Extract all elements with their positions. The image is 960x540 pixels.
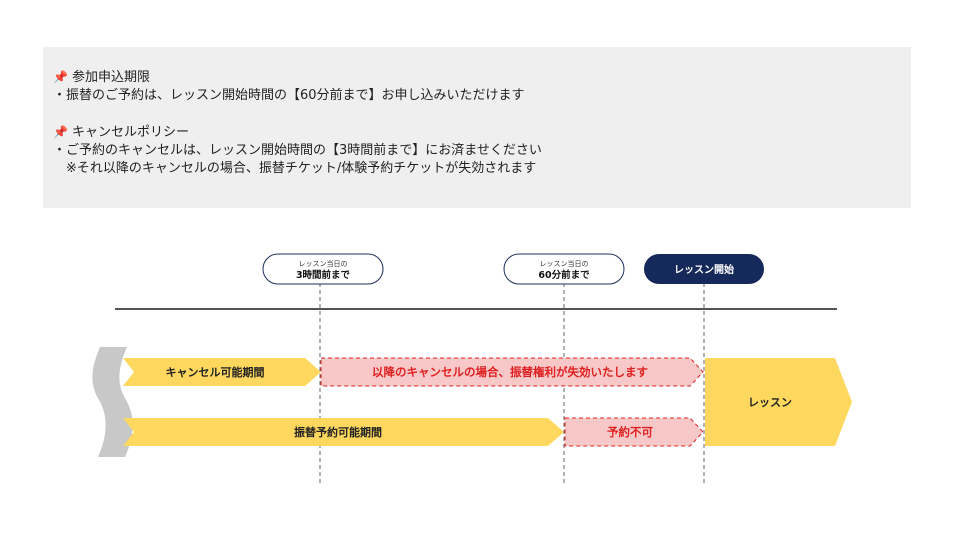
marker-start-pill: レッスン開始 <box>644 254 764 284</box>
cancel-after-label: 以降のキャンセルの場合、振替権利が失効いたします <box>372 365 648 379</box>
transfer-period-label: 振替予約可能期間 <box>294 425 382 439</box>
no-booking-label: 予約不可 <box>607 425 653 439</box>
marker-3h-small: レッスン当日の <box>299 259 348 268</box>
marker-60m-small: レッスン当日の <box>540 259 589 268</box>
lesson-block: レッスン <box>705 358 852 446</box>
transfer-period-arrow: 振替予約可能期間 <box>123 418 564 446</box>
lesson-label: レッスン <box>748 396 792 409</box>
cancel-after-arrow: 以降のキャンセルの場合、振替権利が失効いたします <box>320 357 704 387</box>
marker-start-main: レッスン開始 <box>674 263 734 276</box>
marker-60m-pill: レッスン当日の 60分前まで <box>503 253 625 285</box>
marker-3h-main: 3時間前まで <box>296 269 351 281</box>
marker-60m-main: 60分前まで <box>538 269 590 281</box>
timeline-diagram: レッスン当日の 3時間前まで レッスン当日の 60分前まで レッスン開始 キャン… <box>92 253 852 485</box>
cancel-period-arrow: キャンセル可能期間 <box>123 358 321 386</box>
no-booking-arrow: 予約不可 <box>564 417 704 447</box>
wavy-band <box>92 347 133 457</box>
cancel-period-label: キャンセル可能期間 <box>166 365 265 379</box>
marker-3h-pill: レッスン当日の 3時間前まで <box>262 253 384 285</box>
